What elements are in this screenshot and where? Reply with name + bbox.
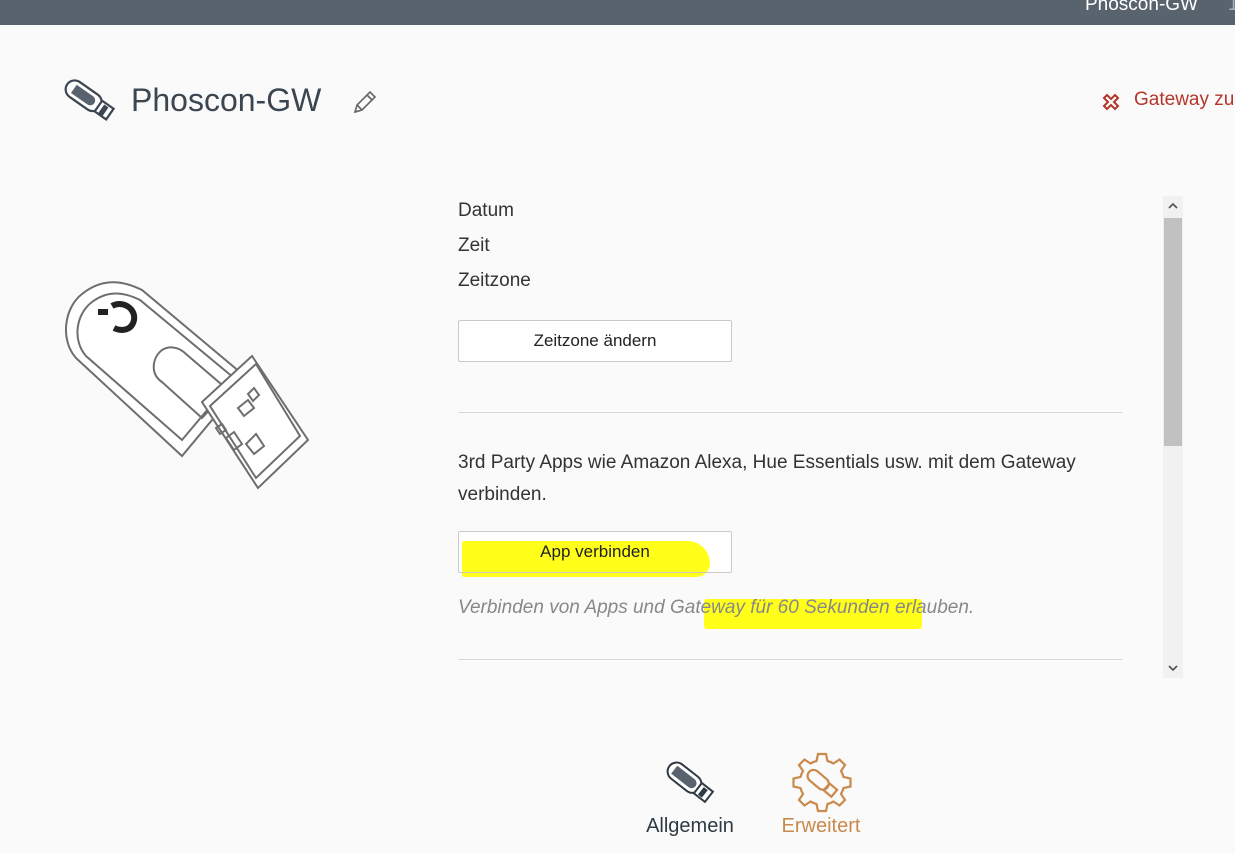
- tab-erweitert-label: Erweitert: [781, 815, 861, 837]
- close-icon: [1102, 93, 1120, 111]
- divider: [458, 412, 1122, 413]
- connect-app-button[interactable]: App verbinden: [458, 531, 732, 573]
- date-label: Datum: [458, 200, 514, 221]
- gear-usb-icon: [792, 752, 852, 813]
- reset-gateway-label: Gateway zu: [1134, 89, 1235, 110]
- scrollbar[interactable]: [1163, 196, 1183, 678]
- usb-stick-icon: [64, 79, 116, 121]
- usb-stick-icon: [666, 761, 715, 804]
- usb-stick-illustration: [64, 281, 310, 490]
- tab-erweitert[interactable]: Erweitert: [761, 752, 881, 848]
- settings-panel: Datum Zeit Zeitzone Zeitzone ändern 3rd …: [458, 196, 1122, 676]
- top-bar: Phoscon-GW 1: [0, 0, 1235, 25]
- time-label: Zeit: [458, 235, 490, 256]
- tab-allgemein-label: Allgemein: [646, 815, 734, 837]
- connect-hint: Verbinden von Apps und Gateway für 60 Se…: [458, 597, 975, 618]
- divider: [458, 659, 1122, 660]
- gateway-name: Phoscon-GW: [131, 82, 322, 118]
- scrollbar-thumb[interactable]: [1164, 218, 1182, 446]
- timezone-label: Zeitzone: [458, 270, 531, 291]
- third-party-description: 3rd Party Apps wie Amazon Alexa, Hue Ess…: [458, 452, 1076, 505]
- chevron-down-icon[interactable]: [1163, 658, 1183, 678]
- topbar-title: Phoscon-GW: [1085, 0, 1198, 15]
- edit-pencil-icon[interactable]: [349, 88, 379, 118]
- tab-allgemein[interactable]: Allgemein: [630, 752, 750, 848]
- chevron-up-icon[interactable]: [1163, 196, 1183, 216]
- change-timezone-button[interactable]: Zeitzone ändern: [458, 320, 732, 362]
- topbar-extra: 1: [1228, 0, 1235, 15]
